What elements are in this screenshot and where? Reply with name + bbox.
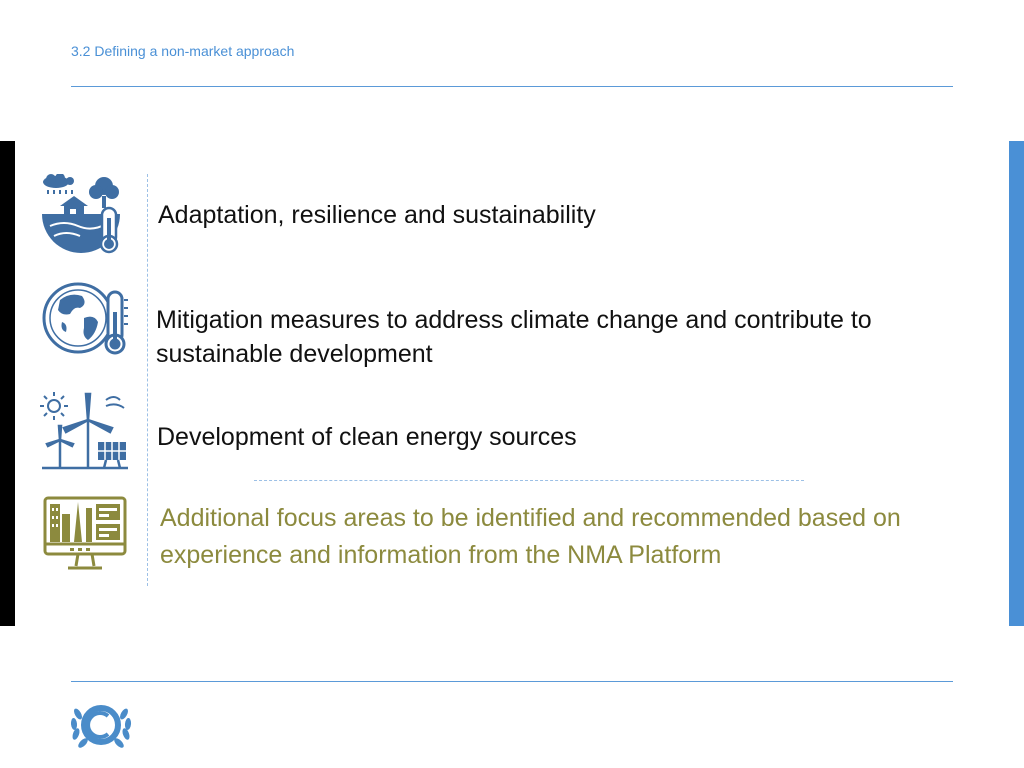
breadcrumb: 3.2 Defining a non-market approach (71, 43, 295, 59)
top-divider (71, 86, 953, 87)
right-accent-bar (1009, 141, 1024, 626)
city-monitor-icon (43, 496, 127, 570)
clean-energy-wind-solar-icon (40, 392, 128, 470)
item-adaptation-text: Adaptation, resilience and sustainabilit… (158, 201, 596, 229)
item-additional-focus-text: Additional focus areas to be identified … (160, 504, 901, 569)
horizontal-dashed-divider (254, 480, 804, 481)
unfccc-logo (70, 705, 132, 748)
bottom-divider (71, 681, 953, 682)
adaptation-landscape-thermometer-icon (42, 174, 120, 254)
left-accent-bar (0, 141, 15, 626)
item-clean-energy-text: Development of clean energy sources (157, 423, 577, 451)
globe-thermometer-icon (42, 282, 128, 355)
vertical-dashed-divider (147, 174, 148, 586)
item-mitigation-text: Mitigation measures to address climate c… (156, 306, 872, 368)
